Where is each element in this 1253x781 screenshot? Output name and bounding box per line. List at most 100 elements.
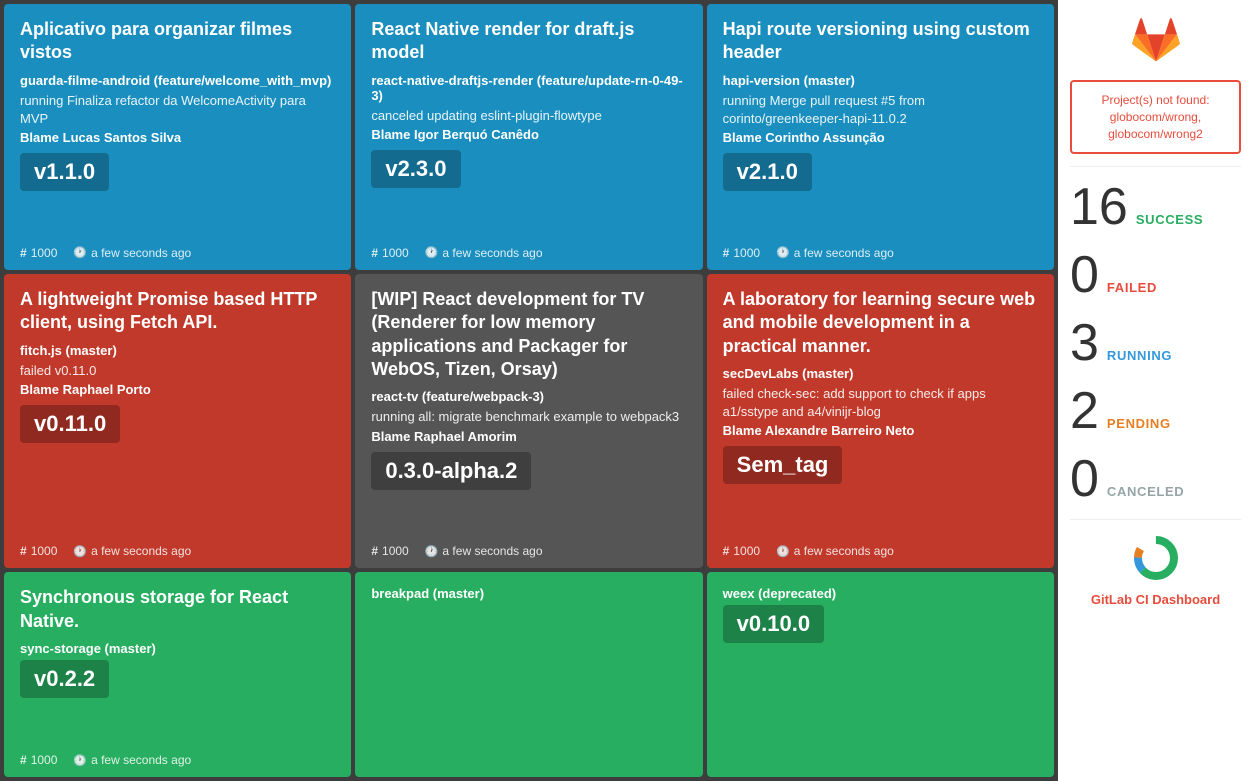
clock-icon [776,545,790,558]
gitlab-logo-icon [1132,16,1180,64]
card-footer: 1000 a few seconds ago [371,538,686,558]
stat-canceled: 0 CANCELED [1070,451,1241,507]
card-desc: canceled updating eslint-plugin-flowtype [371,107,686,125]
divider-1 [1070,166,1241,167]
card-issue: 1000 [20,753,57,767]
card-desc: failed v0.11.0 [20,362,335,380]
pipeline-card-card-6[interactable]: A laboratory for learning secure web and… [707,274,1054,569]
pipeline-card-card-4[interactable]: A lightweight Promise based HTTP client,… [4,274,351,569]
card-title: Aplicativo para organizar filmes vistos [20,18,335,65]
clock-icon [425,545,439,558]
hash-icon [371,246,378,260]
hash-icon [20,544,27,558]
clock-icon [425,246,439,259]
card-repo: react-tv (feature/webpack-3) [371,389,686,404]
hash-icon [723,544,730,558]
canceled-label: CANCELED [1107,484,1184,499]
card-time: a few seconds ago [425,246,543,260]
divider-2 [1070,519,1241,520]
success-label: SUCCESS [1136,212,1203,227]
card-blame: Blame Raphael Porto [20,382,335,397]
card-blame: Blame Lucas Santos Silva [20,130,335,145]
card-time: a few seconds ago [776,246,894,260]
card-issue: 1000 [20,544,57,558]
card-title: [WIP] React development for TV (Renderer… [371,288,686,382]
pipeline-card-card-7[interactable]: Synchronous storage for React Native. syn… [4,572,351,777]
pipeline-card-card-5[interactable]: [WIP] React development for TV (Renderer… [355,274,702,569]
card-time: a few seconds ago [73,753,191,767]
card-time: a few seconds ago [425,544,543,558]
pipeline-card-card-8[interactable]: breakpad (master) [355,572,702,777]
card-issue: 1000 [20,246,57,260]
card-issue: 1000 [723,544,760,558]
clock-icon [73,545,87,558]
pending-label: PENDING [1107,416,1171,431]
card-footer: 1000 a few seconds ago [20,747,335,767]
success-count: 16 [1070,181,1128,233]
card-version: v0.11.0 [20,405,120,443]
sidebar: Project(s) not found: globocom/wrong, gl… [1058,0,1253,781]
card-desc: running all: migrate benchmark example t… [371,408,686,426]
card-footer: 1000 a few seconds ago [723,538,1038,558]
card-version: v2.3.0 [371,150,460,188]
clock-icon [776,246,790,259]
card-time: a few seconds ago [776,544,894,558]
card-title: Synchronous storage for React Native. [20,586,335,633]
error-message: Project(s) not found: globocom/wrong, gl… [1070,80,1241,154]
card-blame: Blame Raphael Amorim [371,429,686,444]
card-version: v0.10.0 [723,605,824,643]
card-footer: 1000 a few seconds ago [723,240,1038,260]
card-title: A laboratory for learning secure web and… [723,288,1038,358]
gitlab-ci-label: GitLab CI Dashboard [1091,592,1220,607]
stat-success: 16 SUCCESS [1070,179,1241,235]
card-footer: 1000 a few seconds ago [20,538,335,558]
card-time: a few seconds ago [73,544,191,558]
pending-count: 2 [1070,385,1099,437]
canceled-count: 0 [1070,453,1099,505]
card-footer: 1000 a few seconds ago [20,240,335,260]
card-blame: Blame Igor Berquó Canêdo [371,127,686,142]
card-repo: secDevLabs (master) [723,366,1038,381]
pipeline-card-card-1[interactable]: Aplicativo para organizar filmes vistos g… [4,4,351,270]
card-version: v1.1.0 [20,153,109,191]
card-time: a few seconds ago [73,246,191,260]
card-repo: sync-storage (master) [20,641,335,656]
failed-label: FAILED [1107,280,1157,295]
error-text: Project(s) not found: globocom/wrong, gl… [1101,93,1209,141]
card-version: v2.1.0 [723,153,812,191]
hash-icon [723,246,730,260]
hash-icon [371,544,378,558]
pipeline-card-card-2[interactable]: React Native render for draft.js model re… [355,4,702,270]
card-title: A lightweight Promise based HTTP client,… [20,288,335,335]
pipeline-card-card-9[interactable]: weex (deprecated) v0.10.0 [707,572,1054,777]
card-repo: hapi-version (master) [723,73,1038,88]
stat-pending: 2 PENDING [1070,383,1241,439]
card-desc: running Merge pull request #5 from corin… [723,92,1038,128]
hash-icon [20,246,27,260]
card-issue: 1000 [723,246,760,260]
card-repo: fitch.js (master) [20,343,335,358]
card-repo: weex (deprecated) [723,586,1038,601]
card-title: Hapi route versioning using custom heade… [723,18,1038,65]
card-desc: failed check-sec: add support to check i… [723,385,1038,421]
stat-failed: 0 FAILED [1070,247,1241,303]
pipeline-grid: Aplicativo para organizar filmes vistos g… [0,0,1058,781]
card-version: 0.3.0-alpha.2 [371,452,531,490]
card-desc: running Finaliza refactor da WelcomeActi… [20,92,335,128]
clock-icon [73,246,87,259]
card-version: Sem_tag [723,446,843,484]
card-version: v0.2.2 [20,660,109,698]
card-blame: Blame Corintho Assunção [723,130,1038,145]
card-issue: 1000 [371,246,408,260]
pie-chart-icon [1134,536,1178,580]
card-title: React Native render for draft.js model [371,18,686,65]
running-label: RUNNING [1107,348,1172,363]
card-repo: react-native-draftjs-render (feature/upd… [371,73,686,103]
card-issue: 1000 [371,544,408,558]
card-footer: 1000 a few seconds ago [371,240,686,260]
failed-count: 0 [1070,249,1099,301]
stat-running: 3 RUNNING [1070,315,1241,371]
card-repo: guarda-filme-android (feature/welcome_wi… [20,73,335,88]
clock-icon [73,754,87,767]
pipeline-card-card-3[interactable]: Hapi route versioning using custom heade… [707,4,1054,270]
